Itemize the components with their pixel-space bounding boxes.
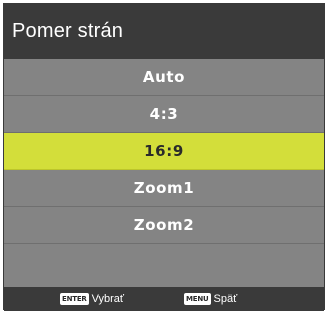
menu-title: Pomer strán [4, 4, 324, 59]
empty-option-slot [4, 244, 324, 287]
menu-key-icon: MENU [184, 293, 211, 305]
menu-hint[interactable]: MENU Späť [184, 292, 237, 306]
option-zoom1[interactable]: Zoom1 [4, 170, 324, 207]
menu-hint-label: Späť [213, 293, 238, 305]
aspect-ratio-osd-menu: Pomer strán Auto 4:3 16:9 Zoom1 Zoom2 EN… [3, 3, 325, 311]
option-16-9[interactable]: 16:9 [4, 133, 324, 170]
enter-hint-label: Vybrať [91, 293, 125, 305]
footer-hints: ENTER Vybrať MENU Späť [4, 287, 324, 311]
enter-hint[interactable]: ENTER Vybrať [60, 292, 124, 306]
option-zoom2[interactable]: Zoom2 [4, 207, 324, 244]
enter-key-icon: ENTER [60, 293, 89, 305]
aspect-ratio-options: Auto 4:3 16:9 Zoom1 Zoom2 [4, 59, 324, 287]
option-4-3[interactable]: 4:3 [4, 96, 324, 133]
option-auto[interactable]: Auto [4, 59, 324, 96]
